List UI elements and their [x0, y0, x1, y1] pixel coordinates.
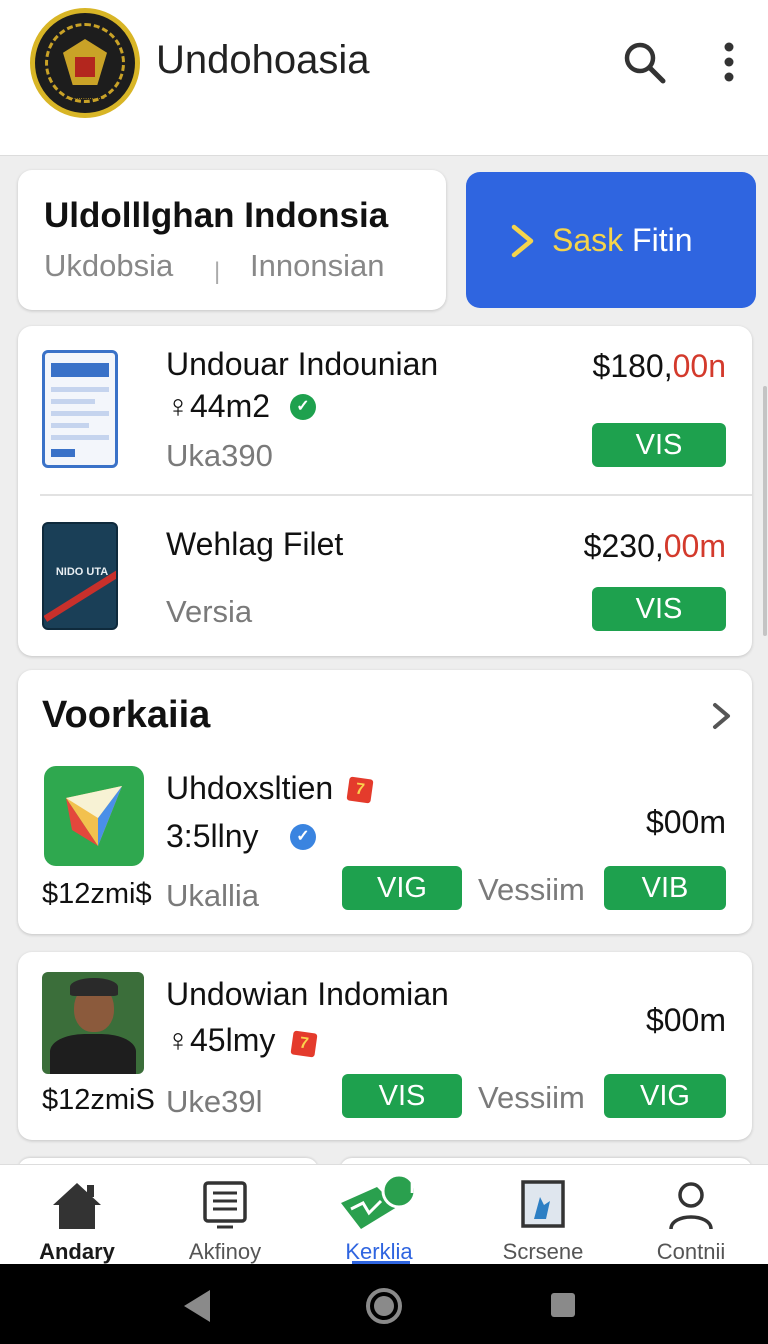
price-cents: 00m — [663, 528, 726, 564]
system-nav-bar — [0, 1264, 768, 1344]
verified-check-icon: ✓ — [290, 394, 316, 420]
nav-label: Contnii — [656, 1239, 726, 1264]
version-label: Vessiim — [478, 872, 585, 907]
emblem-logo: .................. — [30, 8, 140, 118]
tag-badge: 7 — [346, 776, 374, 804]
document-list-icon — [203, 1181, 247, 1229]
person-card-amount: $12zmiS — [42, 1084, 155, 1116]
section-title: Voorkaiia — [42, 694, 211, 736]
vis-button[interactable]: VIS — [592, 587, 726, 631]
header-divider: | — [214, 258, 221, 285]
nav-label: Andary — [39, 1239, 115, 1264]
section-card: Voorkaiia Uhdoxsltien 7 3:5llny ✓ $00m $… — [18, 670, 752, 934]
vig-button[interactable]: VIG — [604, 1074, 726, 1118]
header-title: Uldolllghan Indonsia — [44, 196, 389, 235]
price-main: $230, — [583, 528, 664, 564]
list-item-price: $230,00m — [584, 528, 726, 565]
row-divider — [40, 494, 752, 496]
section-item-title: Uhdoxsltien — [166, 770, 334, 806]
chevron-right-icon — [511, 224, 534, 258]
section-item-price: $00m — [645, 804, 726, 840]
nav-item-scrsene[interactable]: Scrsene — [466, 1165, 620, 1265]
action-button-label: Sask Fitin — [552, 222, 692, 259]
nav-label: Akfinoy — [188, 1239, 262, 1264]
header-card: Uldolllghan Indonsia Ukdobsia | Innonsia… — [18, 170, 446, 310]
nav-item-akfinoy[interactable]: Akfinoy — [148, 1165, 302, 1265]
scrollbar[interactable] — [763, 386, 767, 636]
avatar[interactable] — [42, 972, 144, 1074]
nav-item-andary[interactable]: Andary — [0, 1165, 154, 1265]
person-card-price: $00m — [645, 1002, 726, 1038]
tag-badge: 7 — [290, 1030, 318, 1058]
action-label-pre: Sask — [552, 222, 624, 258]
list-item-subtitle: ♀44m2 — [166, 388, 271, 424]
search-icon[interactable] — [620, 38, 668, 86]
sask-fitin-button[interactable]: Sask Fitin — [466, 172, 756, 308]
book-cover-text: NIDO UTA — [55, 566, 109, 578]
list-item-title: Wehlag Filet — [166, 526, 344, 562]
list-item-price: $180,00n — [593, 348, 726, 385]
app-bar: .................. Undohoasia — [0, 0, 768, 156]
person-icon — [669, 1182, 713, 1230]
price-cents: 00n — [672, 348, 726, 384]
app-icon[interactable] — [44, 766, 144, 866]
verified-check-icon: ✓ — [290, 824, 316, 850]
more-vert-icon[interactable] — [712, 40, 746, 84]
header-subtitle-right: Innonsian — [250, 248, 385, 283]
section-item-subtitle: 3:5llny — [166, 818, 259, 854]
home-icon — [53, 1183, 101, 1229]
nav-item-kerklia[interactable]: R Kerklia — [302, 1165, 456, 1265]
vib-button[interactable]: VIB — [604, 866, 726, 910]
home-circle-icon[interactable] — [364, 1286, 404, 1326]
person-card-meta: Uke39l — [166, 1084, 263, 1119]
person-card-subtitle: ♀45lmy — [166, 1022, 276, 1058]
logo-text: .................. — [64, 92, 105, 101]
recents-icon[interactable] — [550, 1292, 576, 1318]
section-item-amount: $12zmi$ — [42, 878, 152, 910]
phone-screenshot-thumbnail[interactable] — [42, 350, 118, 468]
person-card-title: Undowian Indomian — [166, 976, 449, 1012]
version-label: Vessiim — [478, 1080, 585, 1115]
action-label-post: Fitin — [623, 222, 693, 258]
app-title: Undohoasia — [156, 38, 370, 82]
book-cover-thumbnail[interactable]: NIDO UTA — [42, 522, 118, 630]
nav-badge: R — [409, 1177, 423, 1197]
vis-button[interactable]: VIS — [592, 423, 726, 467]
back-icon[interactable] — [182, 1288, 212, 1324]
person-card: Undowian Indomian ♀45lmy 7 $00m $12zmiS … — [18, 952, 752, 1140]
section-item-meta: Ukallia — [166, 878, 260, 913]
nav-item-contnii[interactable]: Contnii — [614, 1165, 768, 1265]
list-item-meta: Uka390 — [166, 438, 273, 473]
bottom-nav: Andary Akfinoy R Kerklia Scrsene Contnii — [0, 1164, 768, 1264]
product-list-card: Undouar Indounian ♀44m2 ✓ Uka390 $180,00… — [18, 326, 752, 656]
vis-button[interactable]: VIS — [342, 1074, 462, 1118]
chevron-right-icon[interactable] — [710, 700, 734, 732]
list-item-title: Undouar Indounian — [166, 346, 439, 382]
vig-button[interactable]: VIG — [342, 866, 462, 910]
picture-icon — [521, 1180, 565, 1228]
price-main: $180, — [592, 348, 673, 384]
nav-label: Scrsene — [502, 1239, 584, 1264]
header-subtitle-left: Ukdobsia — [44, 248, 174, 283]
list-item-meta: Versia — [166, 594, 253, 629]
